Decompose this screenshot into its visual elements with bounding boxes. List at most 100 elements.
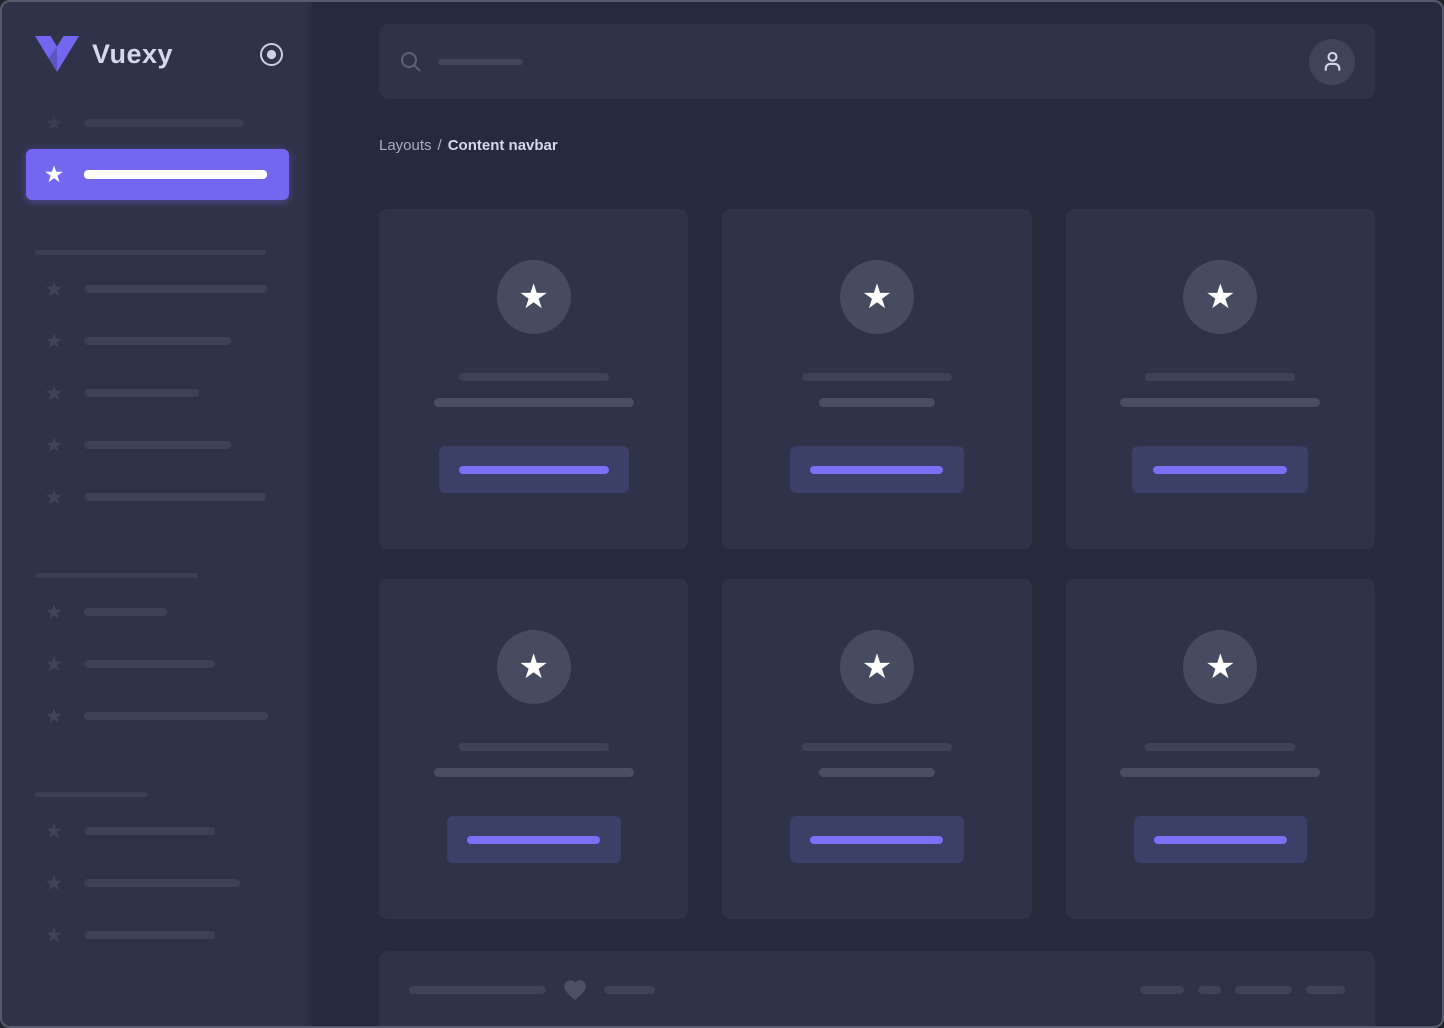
sidebar-item[interactable]: ★ [2,471,312,523]
sidebar-item[interactable]: ★ [2,909,312,961]
footer-link-skeleton [1198,986,1221,994]
sidebar-section-header-skeleton [35,573,198,578]
star-icon: ★ [42,163,66,186]
footer-text-skeleton [409,986,546,994]
sidebar-item-label-skeleton [84,119,244,127]
app-title: Vuexy [92,39,173,70]
card-button-label-skeleton [810,836,943,844]
footer-link-skeleton [1140,986,1184,994]
footer-link-skeleton [1306,986,1345,994]
card-avatar: ★ [1183,260,1257,334]
sidebar-nav: ★★★★★★★★★★★★★ [2,97,312,961]
breadcrumb-link-layouts[interactable]: Layouts [379,137,432,154]
top-navbar [379,24,1375,99]
sidebar-item-label-skeleton [84,337,231,345]
sidebar-item-label-skeleton [84,608,167,616]
star-icon: ★ [42,821,66,842]
page-footer [379,951,1375,1028]
sidebar-section-header-skeleton [35,250,266,255]
sidebar-item-label-skeleton [84,827,215,835]
sidebar-item-label-skeleton [84,660,215,668]
app-window: Vuexy ★★★★★★★★★★★★★ [0,0,1444,1028]
sidebar-item-active[interactable]: ★ [26,149,289,200]
footer-link-skeleton [1235,986,1292,994]
card-button[interactable] [790,446,964,493]
star-icon: ★ [1205,650,1235,684]
card-button-label-skeleton [810,466,943,474]
search-placeholder-skeleton [438,59,523,65]
star-icon: ★ [862,650,892,684]
card-avatar: ★ [840,260,914,334]
sidebar-item[interactable]: ★ [2,690,312,742]
menu-pin-toggle[interactable] [258,41,285,68]
sidebar-item[interactable]: ★ [2,315,312,367]
card-title-skeleton [459,373,609,381]
card-button-label-skeleton [467,836,600,844]
card-title-skeleton [802,743,952,751]
sidebar-item[interactable]: ★ [2,263,312,315]
content-card: ★ [722,579,1031,919]
footer-row [409,977,1345,1003]
search-icon [399,50,422,73]
sidebar-item[interactable]: ★ [2,419,312,471]
sidebar-item-label-skeleton [84,879,240,887]
heart-icon [562,977,588,1003]
breadcrumb: Layouts/Content navbar [379,137,1375,155]
star-icon: ★ [42,873,66,894]
card-avatar: ★ [497,630,571,704]
sidebar: Vuexy ★★★★★★★★★★★★★ [2,2,312,1026]
card-avatar: ★ [1183,630,1257,704]
breadcrumb-separator: / [438,137,442,154]
sidebar-item[interactable]: ★ [2,97,312,149]
star-icon: ★ [42,435,66,456]
footer-left [409,977,655,1003]
search-input[interactable] [399,50,1309,73]
card-subtitle-skeleton [434,398,634,407]
card-avatar: ★ [497,260,571,334]
card-title-skeleton [1145,373,1295,381]
vuexy-logo-icon [35,36,79,72]
footer-text-skeleton [604,986,655,994]
card-button[interactable] [447,816,621,863]
content-card: ★ [379,579,688,919]
sidebar-item-label-skeleton [84,493,266,501]
star-icon: ★ [42,654,66,675]
card-button[interactable] [1132,446,1308,493]
star-icon: ★ [42,706,66,727]
content-card: ★ [1066,209,1375,549]
sidebar-item-label-skeleton [84,441,231,449]
content-card: ★ [1066,579,1375,919]
star-icon: ★ [42,487,66,508]
card-button[interactable] [439,446,629,493]
card-avatar: ★ [840,630,914,704]
card-button[interactable] [790,816,964,863]
sidebar-section-header-skeleton [35,792,148,797]
sidebar-header: Vuexy [2,2,312,72]
sidebar-item[interactable]: ★ [2,367,312,419]
star-icon: ★ [518,650,548,684]
card-title-skeleton [1145,743,1295,751]
card-subtitle-skeleton [819,768,935,777]
sidebar-item-label-skeleton [84,170,267,179]
sidebar-item[interactable]: ★ [2,857,312,909]
footer-right [1140,986,1345,994]
card-subtitle-skeleton [819,398,935,407]
star-icon: ★ [42,602,66,623]
sidebar-item[interactable]: ★ [2,805,312,857]
star-icon: ★ [42,925,66,946]
sidebar-item[interactable]: ★ [2,638,312,690]
cards-grid: ★ ★ ★ ★ ★ ★ [379,209,1375,919]
star-icon: ★ [42,279,66,300]
star-icon: ★ [1205,280,1235,314]
card-subtitle-skeleton [1120,398,1320,407]
card-button-label-skeleton [1154,836,1287,844]
sidebar-item-label-skeleton [84,389,199,397]
sidebar-item-label-skeleton [84,712,268,720]
card-button[interactable] [1134,816,1307,863]
star-icon: ★ [862,280,892,314]
sidebar-item[interactable]: ★ [2,586,312,638]
card-title-skeleton [459,743,609,751]
sidebar-item-label-skeleton [84,931,215,939]
card-subtitle-skeleton [434,768,634,777]
user-avatar-button[interactable] [1309,39,1355,85]
